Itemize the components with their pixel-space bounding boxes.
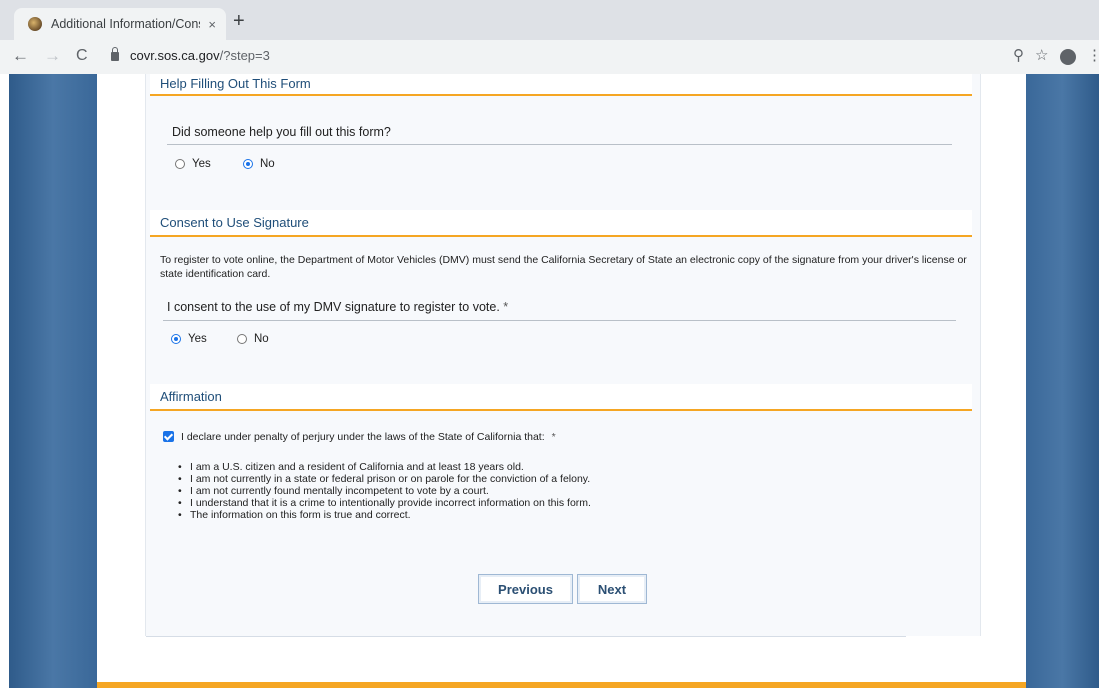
radio-label: Yes bbox=[188, 333, 207, 345]
address-bar[interactable]: covr.sos.ca.gov/?step=3 bbox=[130, 48, 270, 63]
required-marker: * bbox=[551, 431, 556, 443]
list-item: I am not currently in a state or federal… bbox=[176, 473, 591, 485]
browser-tab[interactable]: Additional Information/Consen × bbox=[14, 8, 226, 40]
next-button[interactable]: Next bbox=[577, 574, 647, 604]
section-header-affirmation: Affirmation bbox=[150, 384, 972, 411]
url-host: covr.sos.ca.gov bbox=[130, 48, 220, 63]
left-background-band bbox=[9, 74, 97, 688]
back-arrow-icon[interactable]: ← bbox=[12, 45, 29, 67]
bookmark-star-icon[interactable]: ☆ bbox=[1035, 46, 1048, 64]
section-header-consent: Consent to Use Signature bbox=[150, 210, 972, 237]
section-header-help: Help Filling Out This Form bbox=[150, 74, 972, 96]
consent-description: To register to vote online, the Departme… bbox=[160, 254, 967, 280]
question-divider bbox=[167, 144, 952, 145]
affirmation-checkbox[interactable] bbox=[163, 431, 174, 442]
radio-button[interactable] bbox=[237, 334, 247, 344]
footer-accent-bar bbox=[97, 682, 1026, 688]
help-question: Did someone help you fill out this form? bbox=[172, 125, 391, 139]
forward-arrow-icon[interactable]: → bbox=[44, 45, 61, 67]
close-icon[interactable]: × bbox=[208, 17, 216, 32]
radio-label: No bbox=[260, 158, 275, 170]
consent-yes-radio[interactable]: Yes bbox=[171, 333, 207, 345]
affirmation-declaration: I declare under penalty of perjury under… bbox=[181, 430, 556, 444]
help-no-radio[interactable]: No bbox=[243, 158, 275, 170]
help-yes-radio[interactable]: Yes bbox=[175, 158, 211, 170]
question-text: I consent to the use of my DMV signature… bbox=[167, 300, 500, 314]
browser-tabstrip: Additional Information/Consen × + bbox=[0, 0, 1099, 40]
radio-button[interactable] bbox=[175, 159, 185, 169]
section-title: Help Filling Out This Form bbox=[160, 76, 311, 91]
lock-icon[interactable] bbox=[111, 47, 119, 61]
section-title: Affirmation bbox=[160, 389, 222, 404]
list-item: I understand that it is a crime to inten… bbox=[176, 497, 591, 509]
consent-no-radio[interactable]: No bbox=[237, 333, 269, 345]
profile-avatar-icon[interactable] bbox=[1060, 49, 1076, 65]
zoom-icon[interactable]: ⚲ bbox=[1013, 46, 1024, 64]
list-item: I am not currently found mentally incomp… bbox=[176, 485, 591, 497]
previous-button[interactable]: Previous bbox=[478, 574, 573, 604]
reload-icon[interactable]: C bbox=[76, 45, 88, 67]
question-divider bbox=[163, 320, 956, 321]
kebab-menu-icon[interactable]: ⋮ bbox=[1087, 46, 1099, 64]
required-marker: * bbox=[503, 300, 509, 314]
radio-label: No bbox=[254, 333, 269, 345]
list-item: The information on this form is true and… bbox=[176, 509, 591, 521]
browser-toolbar: ← → C covr.sos.ca.gov/?step=3 ⚲ ☆ ⋮ bbox=[0, 40, 1099, 74]
affirmation-list: I am a U.S. citizen and a resident of Ca… bbox=[176, 461, 591, 521]
consent-question: I consent to the use of my DMV signature… bbox=[167, 300, 508, 314]
list-item: I am a U.S. citizen and a resident of Ca… bbox=[176, 461, 591, 473]
radio-button[interactable] bbox=[171, 334, 181, 344]
new-tab-icon[interactable]: + bbox=[233, 11, 245, 31]
ca-seal-icon bbox=[28, 17, 42, 31]
tab-title: Additional Information/Consen bbox=[51, 17, 200, 31]
radio-button[interactable] bbox=[243, 159, 253, 169]
radio-label: Yes bbox=[192, 158, 211, 170]
right-background-band bbox=[1026, 74, 1099, 688]
section-title: Consent to Use Signature bbox=[160, 215, 309, 230]
declaration-text: I declare under penalty of perjury under… bbox=[181, 431, 545, 443]
url-path: /?step=3 bbox=[219, 48, 270, 63]
